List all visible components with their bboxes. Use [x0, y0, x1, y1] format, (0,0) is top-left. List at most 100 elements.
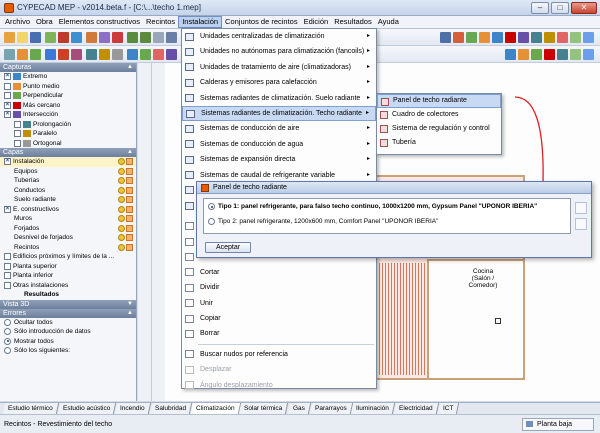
menu-item-unir[interactable]: Unir	[182, 296, 376, 311]
checkbox[interactable]	[4, 92, 11, 100]
lock-icon[interactable]	[126, 234, 133, 241]
errores-option-solo-introduccion-de-datos[interactable]: Sólo introducción de datos	[0, 327, 136, 337]
radio-tipo-2[interactable]	[208, 218, 215, 225]
key-icon[interactable]	[544, 32, 555, 43]
tab-solar-termica[interactable]: Solar térmica	[239, 403, 289, 414]
check-icon[interactable]	[466, 32, 477, 43]
menu-item-sistemas-radiantes-de-climatizacion-techo-radiante[interactable]: Sistemas radiantes de climatización. Tec…	[182, 105, 376, 122]
layer-item-planta-superior[interactable]: Planta superior	[0, 262, 136, 272]
menu-item-borrar[interactable]: Borrar	[182, 326, 376, 341]
lock-icon[interactable]	[126, 243, 133, 251]
submenu-cuadro-de-colectores[interactable]: Cuadro de colectores	[377, 108, 501, 122]
options-icon[interactable]	[583, 49, 594, 60]
errores-option-mostrar-todos[interactable]: Mostrar todos	[0, 337, 136, 347]
help-icon[interactable]	[440, 32, 451, 43]
checkbox[interactable]	[14, 120, 21, 128]
visibility-icon[interactable]	[118, 215, 125, 222]
layer-item-instalacion[interactable]: ✕ Instalación	[0, 157, 136, 167]
menu-recintos[interactable]: Recintos	[143, 16, 178, 28]
accept-icon[interactable]	[570, 49, 581, 60]
captura-item-interseccion[interactable]: ✕ Intersección	[0, 110, 136, 120]
menu-conjuntos-de-recintos[interactable]: Conjuntos de recintos	[222, 16, 301, 28]
menu-item-sistemas-radiantes-de-climatizacion-suelo-radiante[interactable]: Sistemas radiantes de climatización. Sue…	[182, 91, 376, 106]
edit-tipo-2-button[interactable]	[575, 218, 587, 230]
checkbox[interactable]: ✕	[4, 205, 11, 213]
refresh-icon[interactable]	[453, 32, 464, 43]
magnet-icon[interactable]	[112, 32, 123, 43]
captura-item-punto-medio[interactable]: Punto medio	[0, 82, 136, 92]
element-icon[interactable]	[58, 49, 69, 60]
tab-electricidad[interactable]: Electricidad	[394, 403, 440, 414]
checkbox[interactable]	[4, 253, 11, 261]
captura-item-paralelo[interactable]: Paralelo	[0, 129, 136, 139]
tab-salubridad[interactable]: Salubridad	[149, 403, 192, 414]
menu-item-cortar[interactable]: Cortar	[182, 265, 376, 280]
lock-icon[interactable]	[126, 186, 133, 194]
select-icon[interactable]	[4, 49, 15, 60]
menu-ayuda[interactable]: Ayuda	[375, 16, 402, 28]
window-icon[interactable]	[45, 49, 56, 60]
close-button[interactable]: ✕	[571, 1, 597, 14]
save-icon[interactable]	[30, 32, 41, 43]
visibility-icon[interactable]	[118, 196, 125, 203]
view-icon[interactable]	[71, 32, 82, 43]
radio[interactable]	[4, 347, 11, 355]
floor-selector[interactable]: Planta baja	[522, 417, 594, 431]
lock-icon[interactable]	[126, 215, 133, 222]
checkbox[interactable]	[4, 262, 11, 270]
plan-icon[interactable]	[86, 49, 97, 60]
visibility-icon[interactable]	[118, 167, 125, 175]
menu-elementos-constructivos[interactable]: Elementos constructivos	[56, 16, 143, 28]
layer-item-suelo-radiante[interactable]: Suelo radiante	[0, 195, 136, 205]
stop-icon[interactable]	[505, 32, 516, 43]
lock-icon[interactable]	[126, 224, 133, 232]
visibility-icon[interactable]	[118, 186, 125, 194]
tab-pararrayos[interactable]: Pararrayos	[309, 403, 353, 414]
tab-incendio[interactable]: Incendio	[114, 403, 151, 414]
tool-icon[interactable]	[58, 32, 69, 43]
errores-header[interactable]: Errores ▲	[0, 308, 136, 318]
layout-icon[interactable]	[45, 32, 56, 43]
undo-icon[interactable]	[127, 32, 138, 43]
dimension-icon[interactable]	[127, 49, 138, 60]
tab-estudio-termico[interactable]: Estudio térmico	[2, 403, 59, 414]
option-tipo-2[interactable]: Tipo 2: panel refrigerante, 1200x600 mm,…	[204, 214, 570, 229]
captura-item-ortogonal[interactable]: Ortogonal	[0, 139, 136, 149]
checkbox[interactable]	[14, 139, 21, 147]
menu-item-unidades-centralizadas-de-climatizacion[interactable]: Unidades centralizadas de climatización ▸	[182, 29, 376, 44]
menu-item-calderas-y-emisores-para-calefaccion[interactable]: Calderas y emisores para calefacción ▸	[182, 75, 376, 90]
captura-item-perpendicular[interactable]: Perpendicular	[0, 91, 136, 101]
radio[interactable]	[4, 318, 11, 326]
info-icon[interactable]	[505, 49, 516, 60]
layer-item-planta-inferior[interactable]: Planta inferior	[0, 271, 136, 281]
checkbox[interactable]: ✕	[4, 73, 11, 81]
captura-item-mas-cercano[interactable]: ✕ Más cercano	[0, 101, 136, 111]
radio-tipo-1[interactable]	[208, 203, 215, 210]
tab-gas[interactable]: Gas	[287, 403, 311, 414]
tab-climatizacion[interactable]: Climatización	[190, 403, 241, 414]
ok-icon[interactable]	[570, 32, 581, 43]
checkbox[interactable]	[4, 281, 11, 289]
layers-icon[interactable]	[17, 49, 28, 60]
capturas-header[interactable]: Capturas ▲	[0, 63, 136, 72]
edit-tipo-1-button[interactable]	[575, 202, 587, 214]
lock-icon[interactable]	[126, 205, 133, 213]
lock-icon[interactable]	[126, 196, 133, 203]
visibility-icon[interactable]	[118, 243, 125, 251]
list-icon[interactable]	[557, 49, 568, 60]
checkbox[interactable]	[4, 272, 11, 280]
menu-item-sistemas-de-expansion-directa[interactable]: Sistemas de expansión directa ▸	[182, 152, 376, 167]
checkbox[interactable]	[14, 130, 21, 138]
menu-resultados[interactable]: Resultados	[331, 16, 375, 28]
new-file-icon[interactable]	[4, 32, 15, 43]
tab-ict[interactable]: ICT	[437, 403, 460, 414]
radio[interactable]	[4, 328, 11, 336]
build-icon[interactable]	[86, 32, 97, 43]
vista-3d-header[interactable]: Vista 3D ▼	[0, 299, 136, 309]
menu-item-sistemas-de-conduccion-de-agua[interactable]: Sistemas de conducción de agua ▸	[182, 137, 376, 152]
layer-item-tuberias[interactable]: Tuberías	[0, 176, 136, 186]
copy-icon[interactable]	[71, 49, 82, 60]
errores-option-ocultar-todos[interactable]: Ocultar todos	[0, 318, 136, 328]
settings-icon[interactable]	[583, 32, 594, 43]
maximize-button[interactable]: □	[551, 1, 569, 14]
